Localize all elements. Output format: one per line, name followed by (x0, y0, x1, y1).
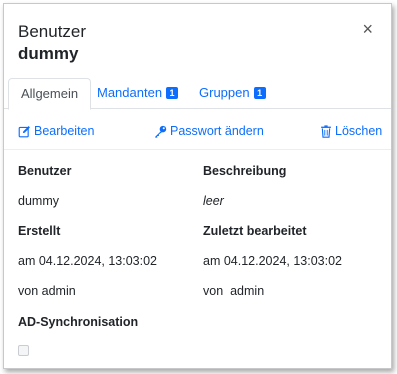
created-by: von admin (18, 284, 76, 298)
ad-sync-checkbox[interactable] (18, 345, 29, 356)
tab-mandanten[interactable]: Mandanten 1 (97, 78, 179, 109)
tab-gruppen[interactable]: Gruppen 1 (199, 78, 266, 109)
tab-allgemein[interactable]: Allgemein (8, 78, 92, 110)
modified-by: von admin (203, 284, 265, 298)
key-icon (155, 125, 167, 138)
delete-button[interactable]: Löschen (320, 124, 382, 138)
delete-label: Löschen (335, 124, 383, 138)
user-dialog: Benutzer dummy × Allgemein Mandanten 1 Gr… (3, 3, 392, 369)
edit-icon (18, 125, 30, 137)
dialog-title: Benutzer (18, 22, 87, 41)
tab-label: Gruppen (199, 85, 250, 100)
tab-label: Mandanten (97, 85, 163, 100)
close-icon: × (362, 19, 373, 39)
close-button[interactable]: × (362, 20, 373, 38)
modified-label: Zuletzt bearbeitet (203, 224, 307, 238)
count-badge: 1 (253, 87, 266, 99)
edit-button[interactable]: Bearbeiten (18, 124, 94, 138)
created-value: am 04.12.2024, 13:03:02 (18, 254, 158, 268)
modified-value: am 04.12.2024, 13:03:02 (203, 254, 343, 268)
action-toolbar: Bearbeiten Passwort ändern Löschen (4, 110, 391, 150)
description-label: Beschreibung (203, 164, 287, 178)
dialog-header: Benutzer dummy × (4, 4, 391, 78)
ad-sync-label: AD-Synchronisation (18, 315, 139, 329)
change-password-button[interactable]: Passwort ändern (154, 124, 264, 138)
created-label: Erstellt (18, 224, 61, 238)
change-password-label: Passwort ändern (170, 124, 264, 138)
edit-label: Bearbeiten (34, 124, 95, 138)
description-value: leer (203, 194, 224, 208)
user-value: dummy (18, 194, 59, 208)
count-badge: 1 (166, 87, 179, 99)
trash-icon (321, 124, 331, 138)
dialog-subtitle: dummy (18, 44, 79, 63)
tab-bar: Allgemein Mandanten 1 Gruppen 1 (4, 78, 391, 110)
tab-label: Allgemein (21, 86, 79, 101)
user-label: Benutzer (18, 164, 72, 178)
